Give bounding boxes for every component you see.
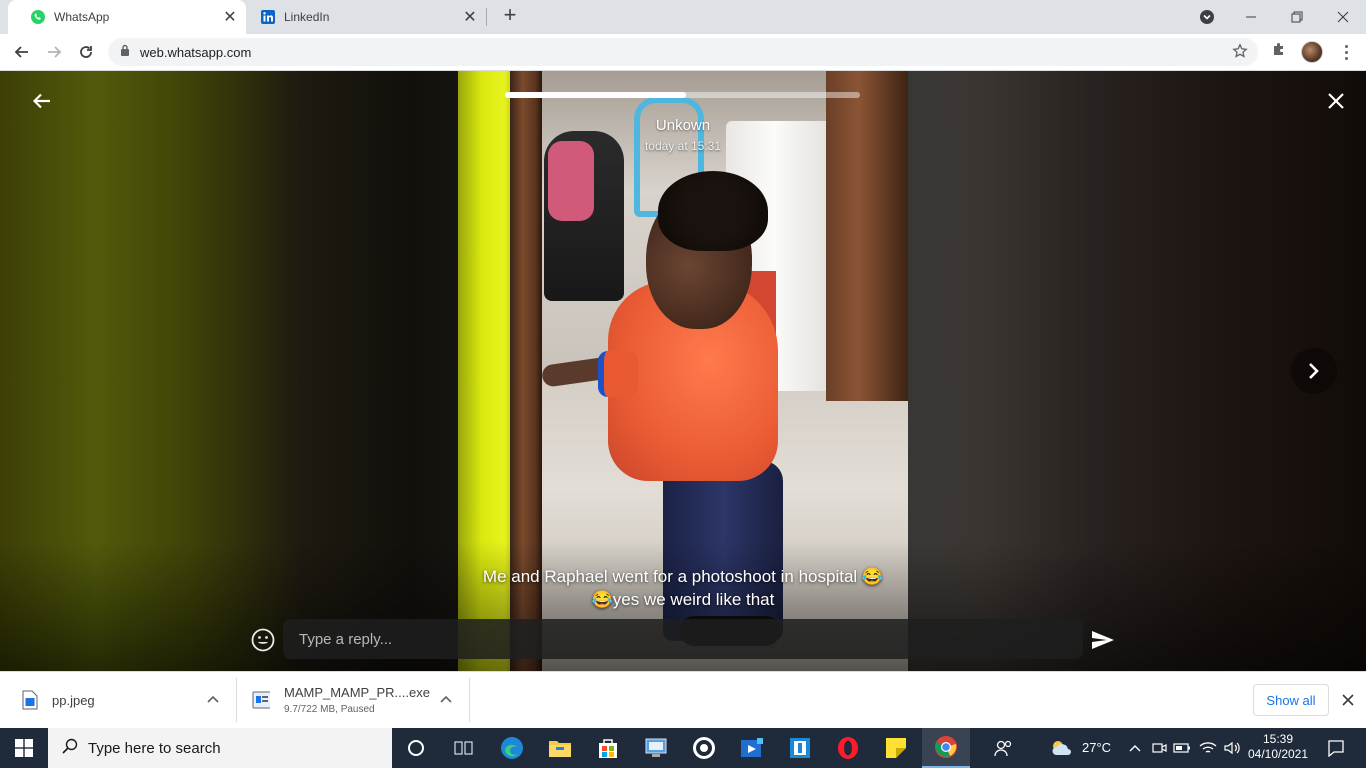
sticky-notes-icon[interactable] [872,728,920,768]
restore-button[interactable] [1274,0,1320,34]
microsoft-store-icon[interactable] [584,728,632,768]
remote-desktop-icon[interactable] [632,728,680,768]
edge-browser-icon[interactable] [488,728,536,768]
chrome-menu-icon[interactable] [1336,41,1356,63]
close-shelf-button[interactable] [1338,690,1358,710]
windows-taskbar: Type here to search 27°C 15:39 04/10/202… [0,728,1366,768]
close-icon [1328,93,1344,109]
download-status: 9.7/722 MB, Paused [284,704,375,715]
obs-studio-icon[interactable] [680,728,728,768]
address-bar[interactable]: web.whatsapp.com [108,38,1258,66]
status-progress-fill [505,92,687,98]
status-timestamp: today at 15:31 [644,139,722,153]
close-tab-icon[interactable]: ✕ [460,7,480,27]
weather-temperature[interactable]: 27°C [1082,740,1111,755]
lock-icon [120,43,130,61]
opera-browser-icon[interactable] [824,728,872,768]
clock-date: 04/10/2021 [1247,747,1309,761]
reply-field[interactable] [283,619,1083,659]
new-tab-button[interactable]: + [498,4,522,28]
send-button[interactable] [1089,626,1117,654]
clock-time: 15:39 [1262,732,1294,746]
download-item[interactable]: pp.jpeg [22,679,232,721]
send-icon [1092,631,1114,649]
chevron-right-icon [1309,363,1319,379]
close-tab-icon[interactable]: ✕ [220,7,240,27]
image-file-icon [22,690,38,710]
tab-separator [486,8,487,26]
taskbar-search[interactable]: Type here to search [48,728,392,768]
extensions-puzzle-icon[interactable] [1271,41,1287,62]
battery-icon[interactable] [1170,728,1194,768]
wifi-icon[interactable] [1196,728,1220,768]
notifications-icon[interactable] [1316,728,1356,768]
chrome-browser-icon[interactable] [922,728,970,768]
next-status-button[interactable] [1291,348,1337,394]
start-button[interactable] [0,728,48,768]
app-window-icon[interactable] [776,728,824,768]
status-progress-bar [505,92,860,98]
url-text: web.whatsapp.com [140,44,252,60]
status-author[interactable]: Unkown [458,117,908,134]
divider [469,678,470,722]
download-filename: MAMP_MAMP_PR....exe [284,685,430,700]
download-filename: pp.jpeg [52,692,95,708]
tab-linkedin[interactable]: LinkedIn ✕ [238,0,486,34]
weather-cloud-sun-icon[interactable] [1042,728,1082,768]
close-window-button[interactable] [1320,0,1366,34]
status-viewer: Unkown today at 15:31 Me and Raphael wen… [0,71,1366,671]
browser-toolbar: web.whatsapp.com [0,34,1366,71]
tab-title: WhatsApp [54,10,110,24]
chevron-down-circle-icon [1200,10,1214,24]
profile-avatar[interactable] [1301,41,1323,63]
arrow-left-icon [32,93,50,109]
windows-logo-icon [15,739,33,757]
minimize-button[interactable] [1228,0,1274,34]
volume-icon[interactable] [1220,728,1244,768]
minimize-icon [1246,16,1256,18]
whatsapp-icon [30,9,46,25]
download-options-chevron-up-icon[interactable] [205,692,221,708]
installer-file-icon [252,691,270,709]
file-explorer-icon[interactable] [536,728,584,768]
show-all-downloads-button[interactable]: Show all [1253,684,1329,716]
restore-icon [1291,11,1303,23]
divider [236,678,237,722]
taskbar-search-placeholder: Type here to search [88,739,221,757]
download-options-chevron-up-icon[interactable] [438,692,454,708]
download-item[interactable]: MAMP_MAMP_PR....exe 9.7/722 MB, Paused [250,679,430,721]
reply-input[interactable] [283,630,1083,648]
reload-button[interactable] [74,40,98,64]
tab-title: LinkedIn [284,10,330,24]
status-caption: Me and Raphael went for a photoshoot in … [482,567,884,609]
forward-button[interactable] [42,40,66,64]
tab-whatsapp[interactable]: WhatsApp ✕ [8,0,246,34]
arrow-left-icon [14,46,28,58]
back-button[interactable] [10,40,34,64]
task-view-icon[interactable] [440,728,488,768]
status-close-button[interactable] [1322,87,1350,115]
linkedin-icon [260,9,276,25]
download-shelf: pp.jpeg MAMP_MAMP_PR....exe 9.7/722 MB, … [0,671,1366,728]
taskbar-clock[interactable]: 15:39 04/10/2021 [1244,732,1312,762]
tab-search-button[interactable] [1184,0,1230,34]
arrow-right-icon [48,46,62,58]
meet-now-icon[interactable] [1148,728,1170,768]
close-icon [1337,11,1349,23]
smiley-icon [251,628,275,652]
search-icon [62,738,78,759]
bookmark-star-icon[interactable] [1232,43,1248,64]
chevron-up-icon[interactable] [1124,728,1146,768]
close-icon [1342,694,1354,706]
status-back-button[interactable] [28,87,56,115]
people-icon[interactable] [980,728,1028,768]
cortana-icon[interactable] [392,728,440,768]
video-editor-icon[interactable] [728,728,776,768]
browser-tab-strip: WhatsApp ✕ LinkedIn ✕ + [0,0,1366,34]
emoji-button[interactable] [250,627,276,653]
reload-icon [80,46,92,58]
